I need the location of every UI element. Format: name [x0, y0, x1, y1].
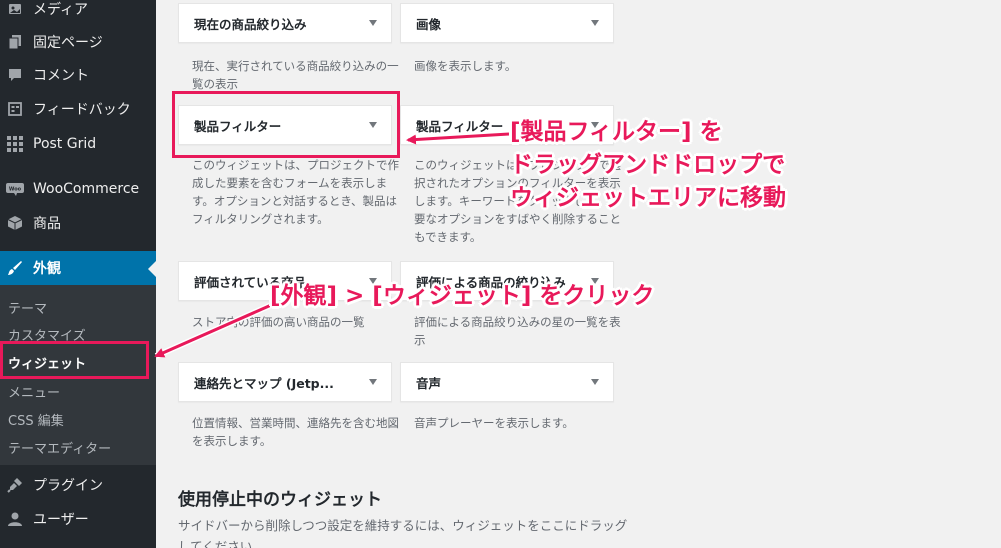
widget-description: ストア内の評価の高い商品の一覧 [192, 315, 365, 329]
sidebar-item-media[interactable]: メディア [0, 0, 156, 26]
callout-line: ウィジェットエリアに移動 [510, 185, 786, 211]
widget-current-product-filter[interactable]: 現在の商品絞り込み [178, 3, 392, 43]
caret-down-icon[interactable] [591, 20, 599, 26]
feedback-icon [5, 99, 25, 119]
caret-down-icon[interactable] [591, 379, 599, 385]
sidebar-item-label: 外観 [33, 261, 61, 277]
woocommerce-icon: Woo [5, 179, 25, 199]
sidebar-item-label: メディア [33, 2, 89, 18]
widget-description: 現在、実行されている商品絞り込みの一覧の表示 [192, 59, 399, 91]
callout-click-widgets: [外観] > [ウィジェット] をクリック [270, 283, 655, 309]
sidebar-item-label: プラグイン [33, 478, 103, 494]
widget-title: 音声 [416, 375, 442, 391]
widget-description: 画像を表示します。 [414, 59, 517, 73]
submenu-item-css[interactable]: CSS 編集 [8, 410, 64, 429]
widget-description: このウィジェットは、プロジェクトで作成した要素を含むフォームを表示します。オプシ… [192, 158, 399, 226]
sidebar-item-users[interactable]: ユーザー [0, 502, 156, 536]
grid-icon [5, 134, 25, 154]
sidebar-item-label: コメント [33, 68, 89, 84]
widget-title: 現在の商品絞り込み [194, 16, 307, 32]
media-icon [5, 0, 25, 19]
widget-description: 評価による商品絞り込みの星の一覧を表示 [414, 315, 621, 347]
sidebar-item-plugins[interactable]: プラグイン [0, 468, 156, 502]
sidebar-item-label: ユーザー [33, 512, 89, 528]
plugin-icon [5, 475, 25, 495]
sidebar-item-label: 固定ページ [33, 35, 103, 51]
caret-down-icon[interactable] [369, 379, 377, 385]
inactive-widgets-title: 使用停止中のウィジェット [178, 490, 382, 510]
comment-icon [5, 65, 25, 85]
brush-icon [5, 258, 25, 278]
caret-down-icon[interactable] [369, 20, 377, 26]
submenu-item-themes[interactable]: テーマ [8, 298, 47, 317]
callout-drag-product-filter: [製品フィルター] を ドラッグアンドドロップで ウィジェットエリアに移動 [510, 116, 786, 215]
sidebar-item-feedback[interactable]: フィードバック [0, 92, 156, 126]
sidebar-item-products[interactable]: 商品 [0, 206, 156, 240]
highlight-widgets-menu [0, 341, 149, 379]
sidebar-item-label: Post Grid [33, 136, 97, 152]
callout-line: [製品フィルター] を [510, 119, 723, 145]
widget-contact-map[interactable]: 連絡先とマップ (Jetp... [178, 362, 392, 402]
sidebar-item-label: フィードバック [33, 102, 131, 118]
sidebar-item-post-grid[interactable]: Post Grid [0, 127, 156, 161]
svg-text:Woo: Woo [9, 187, 22, 193]
widget-title: 画像 [416, 16, 442, 32]
product-icon [5, 213, 25, 233]
user-icon [5, 509, 25, 529]
sidebar-item-comments[interactable]: コメント [0, 58, 156, 92]
widget-description: 位置情報、営業時間、連絡先を含む地図を表示します。 [192, 416, 399, 448]
widget-title: 製品フィルター [416, 118, 504, 134]
sidebar-item-label: WooCommerce [33, 181, 140, 197]
admin-sidebar: メディア 固定ページ コメント フィードバック Post Grid Woo Wo… [0, 0, 156, 548]
widget-image[interactable]: 画像 [400, 3, 614, 43]
sidebar-item-appearance[interactable]: 外観 [0, 251, 156, 285]
highlight-product-filter [172, 91, 400, 158]
submenu-item-menus[interactable]: メニュー [8, 382, 60, 401]
sidebar-item-woocommerce[interactable]: Woo WooCommerce [0, 172, 156, 206]
inactive-widgets-desc: サイドバーから削除しつつ設定を維持するには、ウィジェットをここにドラッグしてくだ… [178, 518, 628, 548]
sidebar-item-pages[interactable]: 固定ページ [0, 25, 156, 59]
widget-audio[interactable]: 音声 [400, 362, 614, 402]
widget-description: 音声プレーヤーを表示します。 [414, 416, 574, 430]
sidebar-item-label: 商品 [33, 216, 61, 232]
page-icon [5, 32, 25, 52]
callout-line: ドラッグアンドドロップで [510, 152, 786, 178]
submenu-item-theme-editor[interactable]: テーマエディター [8, 438, 111, 457]
widget-title: 連絡先とマップ (Jetp... [194, 375, 334, 391]
